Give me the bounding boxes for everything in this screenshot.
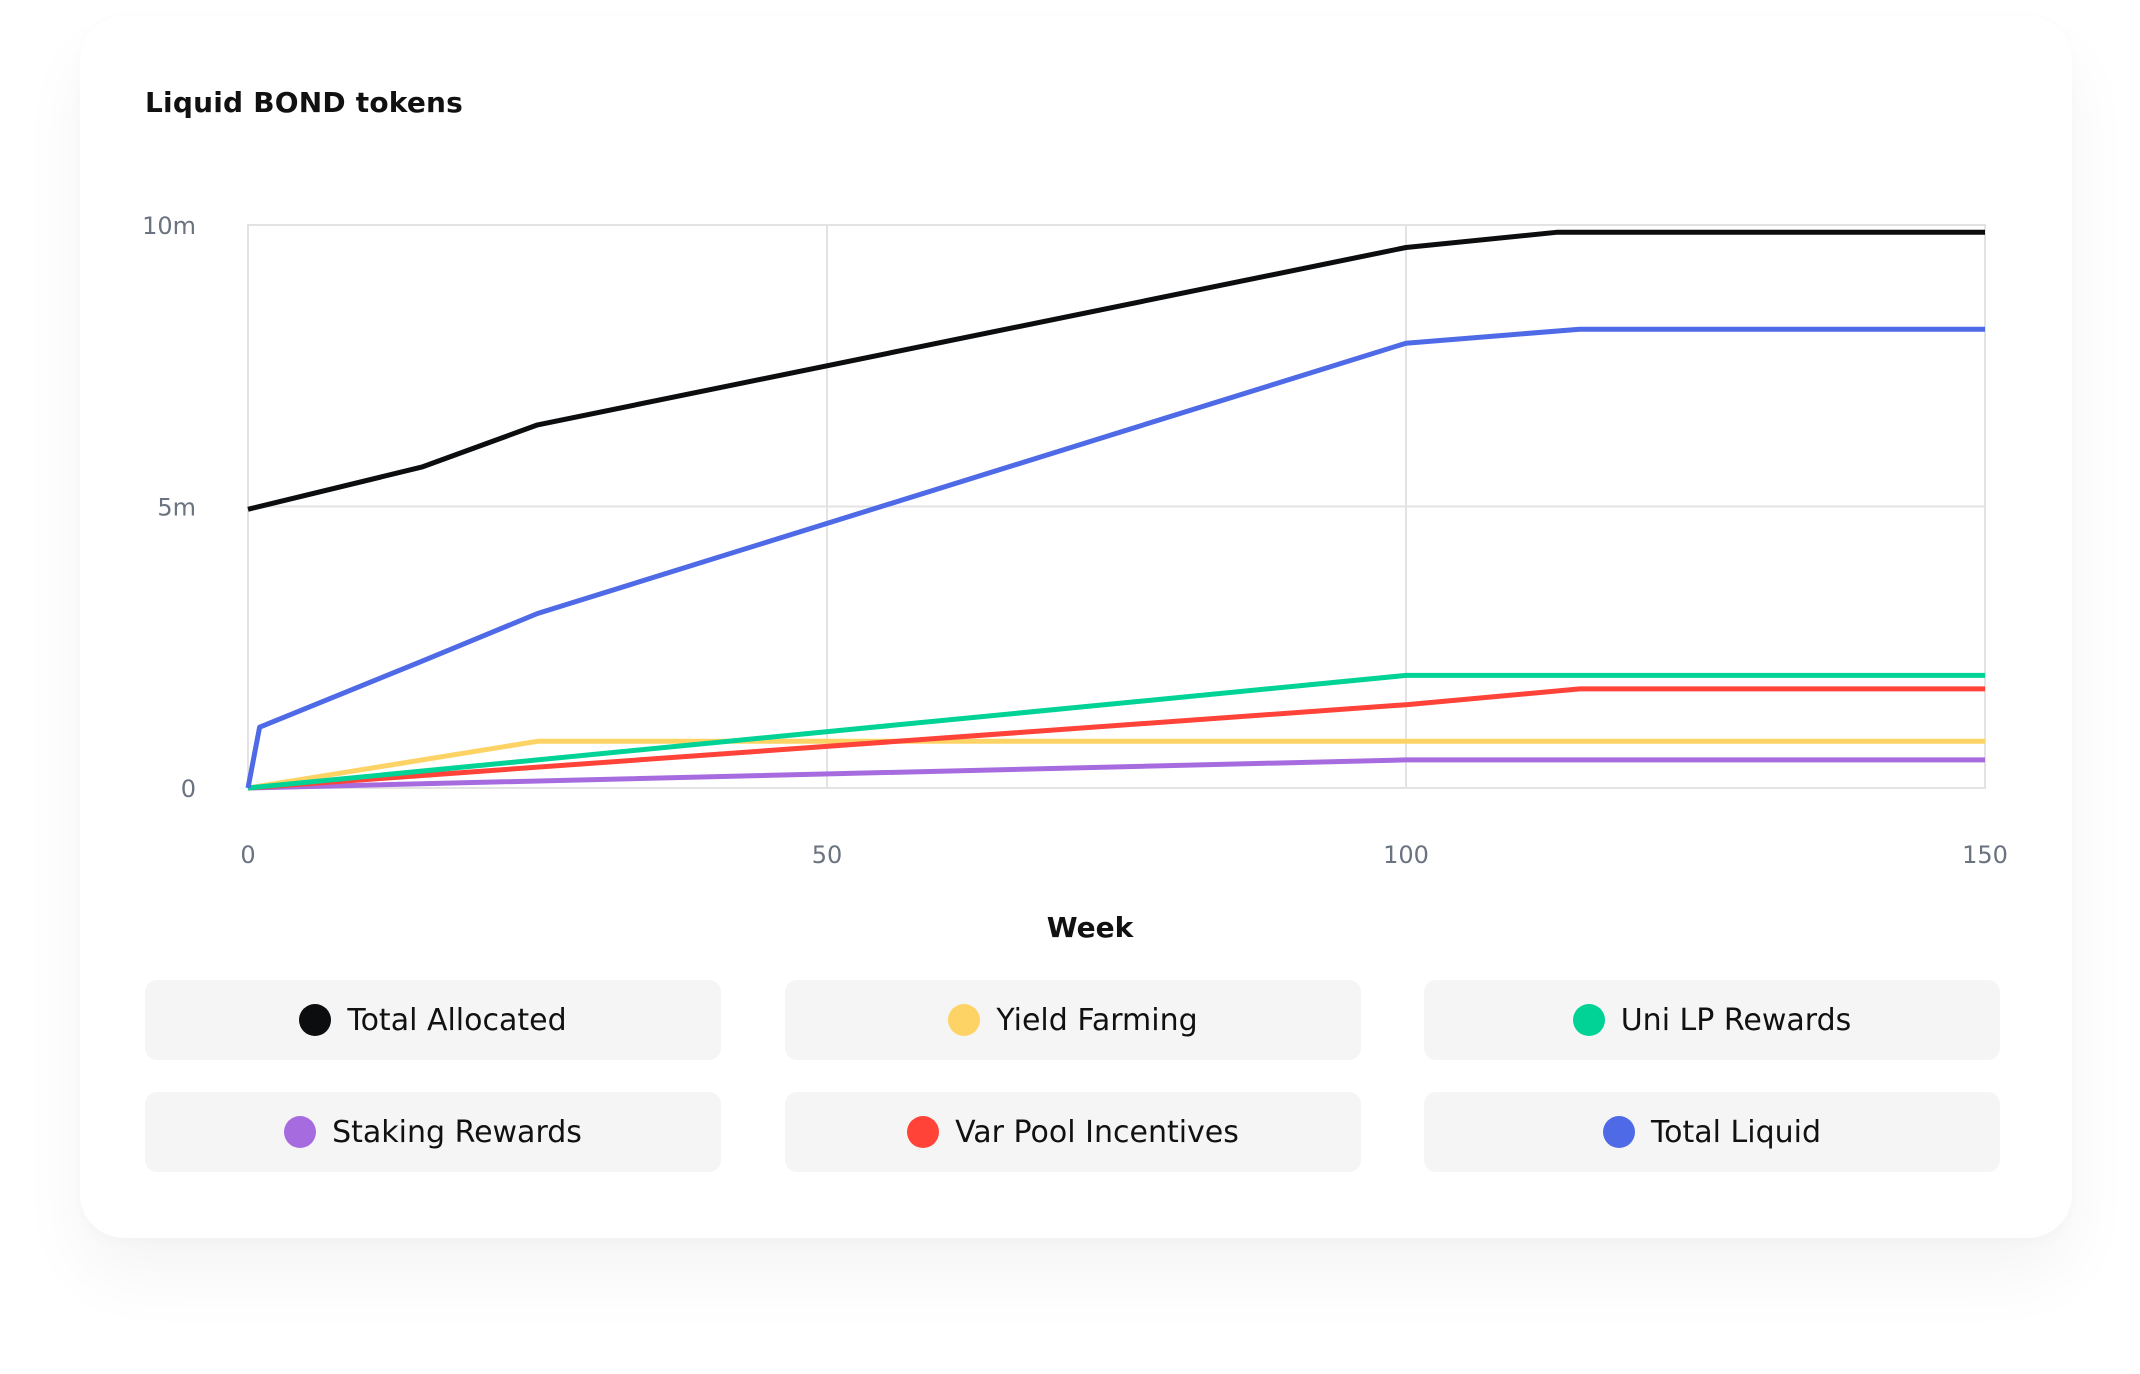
legend-label: Var Pool Incentives	[955, 1114, 1239, 1150]
series-line-total-liquid	[245, 326, 1985, 789]
legend-swatch	[299, 1004, 332, 1036]
y-tick-label: 0	[181, 775, 196, 803]
legend-item-yield-farming[interactable]: Yield Farming	[785, 980, 1361, 1060]
legend-swatch	[1572, 1004, 1605, 1036]
x-tick-label: 150	[1962, 841, 2008, 869]
y-tick-label: 5m	[157, 494, 196, 522]
legend-item-var-pool-incentives[interactable]: Var Pool Incentives	[785, 1092, 1361, 1172]
legend-item-staking-rewards[interactable]: Staking Rewards	[145, 1092, 721, 1172]
legend-swatch	[948, 1004, 981, 1036]
series-lines	[245, 229, 1985, 791]
x-axis-label: Week	[1047, 911, 1135, 944]
legend-label: Uni LP Rewards	[1620, 1002, 1852, 1038]
x-tick-label: 50	[812, 841, 843, 869]
line-chart: 0 50 100 150 0 5m 10m Week	[142, 212, 2008, 944]
legend-item-uni-lp-rewards[interactable]: Uni LP Rewards	[1424, 980, 2000, 1060]
legend-item-total-allocated[interactable]: Total Allocated	[145, 980, 721, 1060]
legend-label: Staking Rewards	[332, 1114, 582, 1150]
x-tick-label: 100	[1383, 841, 1429, 869]
series-line-total-allocated	[247, 229, 1985, 512]
x-tick-label: 0	[240, 841, 255, 869]
legend-label: Total Allocated	[347, 1002, 567, 1038]
legend-swatch	[284, 1116, 317, 1148]
y-tick-label: 10m	[142, 212, 196, 240]
legend-item-total-liquid[interactable]: Total Liquid	[1424, 1092, 2000, 1172]
legend-label: Yield Farming	[996, 1002, 1198, 1038]
legend-swatch	[907, 1116, 940, 1148]
legend-label: Total Liquid	[1650, 1114, 1822, 1150]
legend-swatch	[1602, 1116, 1635, 1148]
